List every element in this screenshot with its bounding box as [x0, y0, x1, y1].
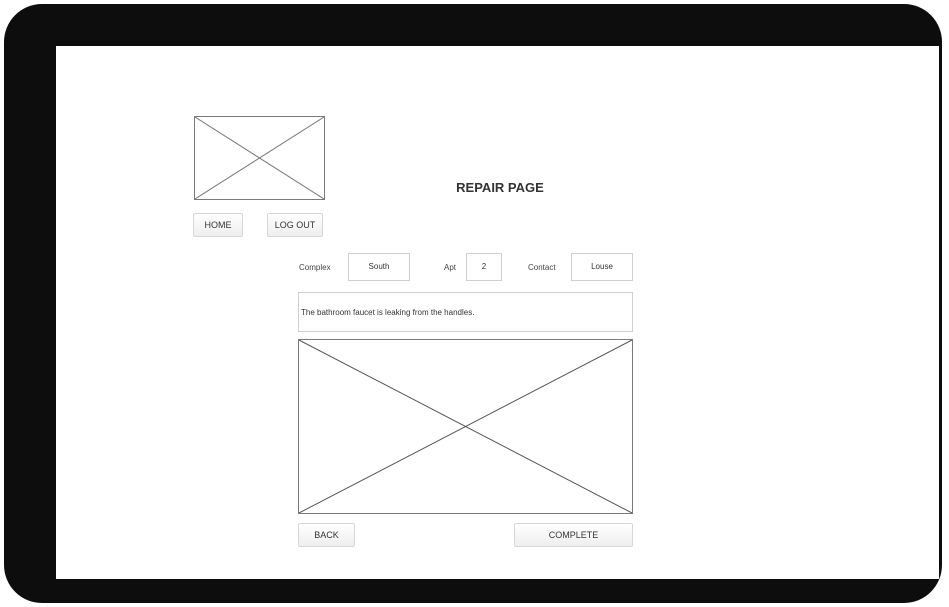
apt-field[interactable]: 2 — [466, 253, 502, 281]
home-button[interactable]: HOME — [193, 213, 243, 237]
contact-label: Contact — [528, 263, 556, 272]
app-screen: REPAIR PAGE HOME LOG OUT Complex South A… — [56, 46, 939, 579]
logout-button[interactable]: LOG OUT — [267, 213, 323, 237]
repair-photo-image-placeholder-icon — [298, 339, 633, 514]
contact-field[interactable]: Louse — [571, 253, 633, 281]
page-title: REPAIR PAGE — [456, 180, 544, 195]
complex-field[interactable]: South — [348, 253, 410, 281]
complex-label: Complex — [299, 263, 331, 272]
back-button[interactable]: BACK — [298, 523, 355, 547]
logo-image-placeholder-icon — [194, 116, 325, 200]
complete-button[interactable]: COMPLETE — [514, 523, 633, 547]
apt-label: Apt — [444, 263, 457, 272]
tablet-frame: REPAIR PAGE HOME LOG OUT Complex South A… — [4, 4, 942, 603]
repair-description-field[interactable]: The bathroom faucet is leaking from the … — [298, 292, 633, 332]
